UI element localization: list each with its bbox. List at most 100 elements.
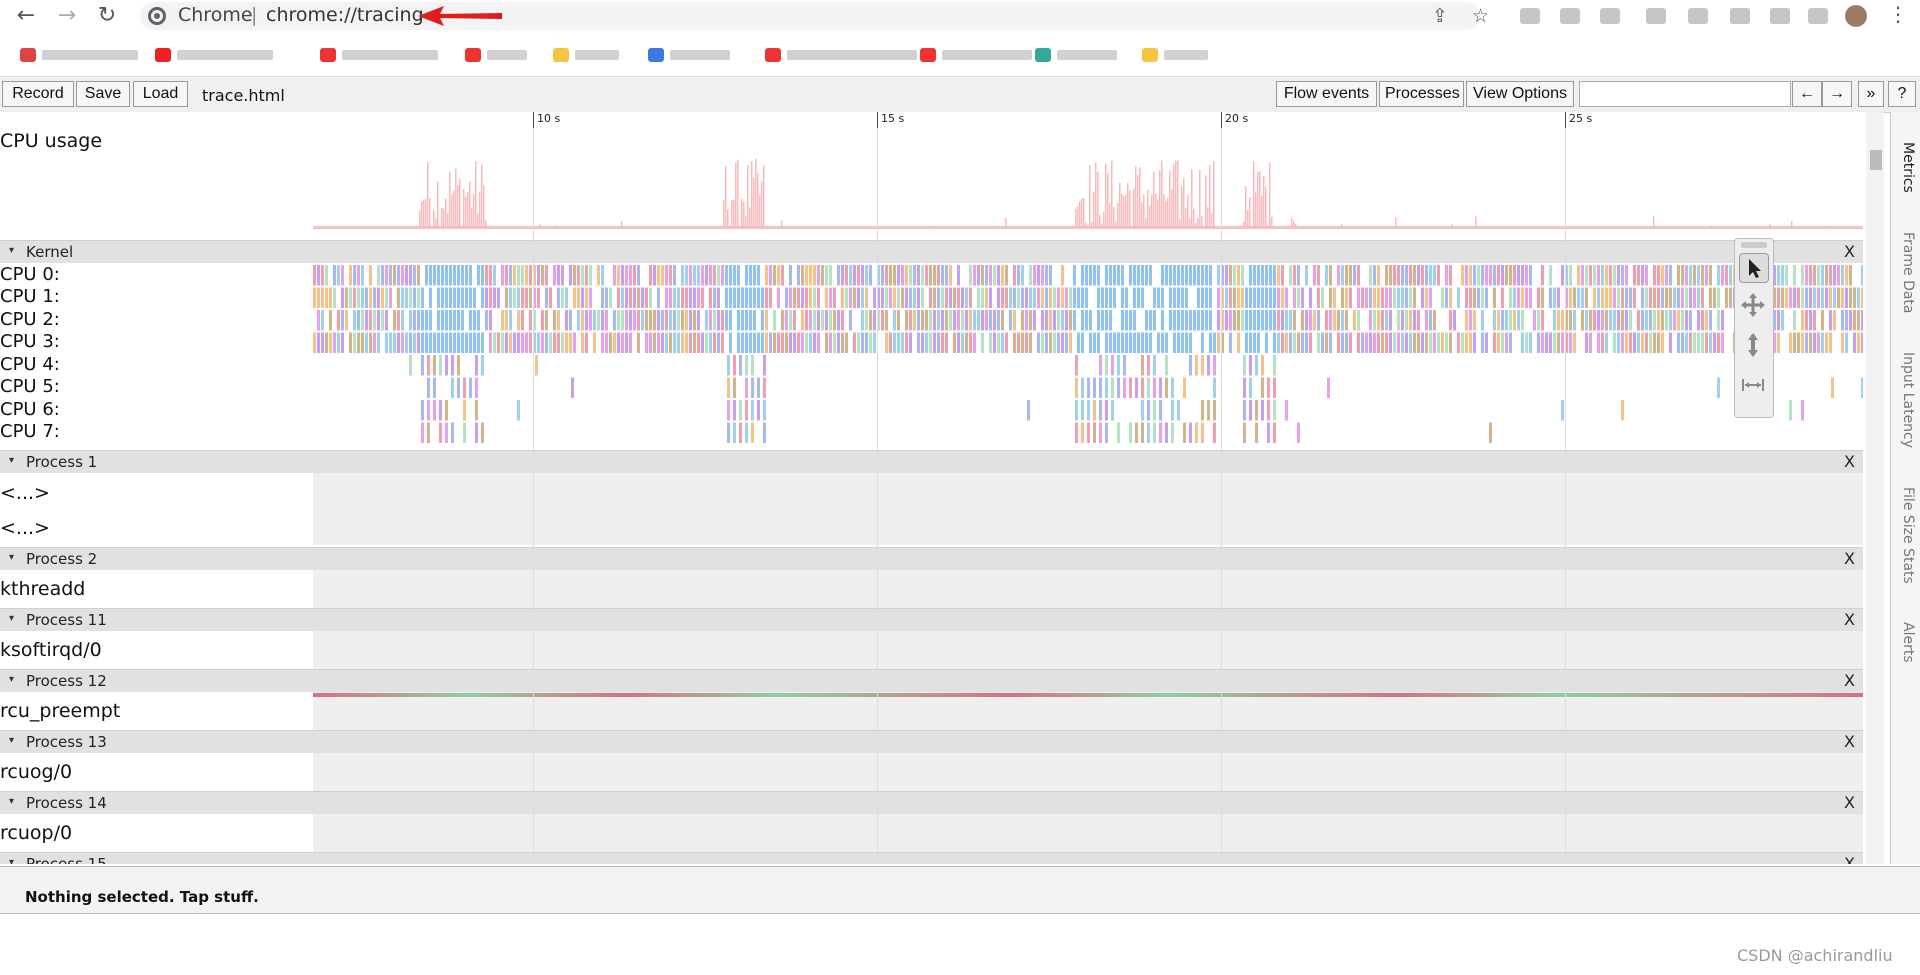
cpu-slice[interactable] [1801, 265, 1804, 286]
cpu-slice[interactable] [793, 287, 796, 309]
cpu-slice[interactable] [649, 332, 652, 354]
cpu-slice[interactable] [1569, 332, 1572, 354]
cpu-slice[interactable] [1469, 265, 1472, 286]
cpu-slice[interactable] [1697, 287, 1700, 309]
cpu-slice[interactable] [1065, 310, 1068, 331]
cpu-slice[interactable] [1013, 332, 1016, 354]
cpu-slice[interactable] [1517, 287, 1520, 309]
cpu-slice[interactable] [893, 287, 896, 309]
thread-track[interactable] [313, 631, 1863, 669]
cpu-slice[interactable] [1297, 332, 1300, 354]
cpu-slice[interactable] [505, 265, 508, 286]
cpu-slice[interactable] [1053, 287, 1056, 309]
search-input[interactable] [1579, 81, 1791, 107]
cpu-slice[interactable] [1145, 265, 1148, 286]
cpu-slice[interactable] [1833, 310, 1836, 331]
cpu-slice[interactable] [1861, 377, 1863, 399]
cpu-slice[interactable] [1813, 310, 1816, 331]
cpu-slice[interactable] [445, 355, 448, 376]
cpu-slice[interactable] [1237, 332, 1240, 354]
cpu-slice[interactable] [369, 287, 372, 309]
cpu-slice[interactable] [1837, 287, 1840, 309]
cpu-slice[interactable] [1497, 310, 1500, 331]
cpu-slice[interactable] [393, 265, 396, 286]
cpu-slice[interactable] [1185, 332, 1188, 354]
cpu-slice[interactable] [413, 332, 416, 354]
cpu-slice[interactable] [425, 332, 428, 354]
cpu-slice[interactable] [1789, 332, 1792, 354]
cpu-slice[interactable] [913, 287, 916, 309]
cpu-slice[interactable] [1681, 287, 1684, 309]
load-button[interactable]: Load [133, 81, 188, 107]
cpu-slice[interactable] [1433, 310, 1436, 331]
cpu-slice[interactable] [1849, 287, 1852, 309]
cpu-slice[interactable] [1825, 332, 1828, 354]
cpu-slice[interactable] [1809, 310, 1812, 331]
cpu-slice[interactable] [377, 287, 380, 309]
cpu-slice[interactable] [949, 287, 952, 309]
cpu-slice[interactable] [1509, 332, 1512, 354]
cpu-slice[interactable] [1213, 377, 1216, 399]
cpu-slice[interactable] [1099, 377, 1102, 399]
cpu-slice[interactable] [945, 265, 948, 286]
cpu-slice[interactable] [517, 400, 520, 421]
cpu-slice[interactable] [1029, 265, 1032, 286]
cpu-slice[interactable] [693, 265, 696, 286]
cpu-slice[interactable] [857, 287, 860, 309]
cpu-slice[interactable] [1161, 332, 1164, 354]
cpu-slice[interactable] [709, 310, 712, 331]
cpu-slice[interactable] [1081, 377, 1084, 399]
cpu-slice[interactable] [685, 287, 688, 309]
cpu-slice[interactable] [453, 265, 456, 286]
cpu-slice[interactable] [837, 332, 840, 354]
cpu-slice[interactable] [1037, 287, 1040, 309]
cpu-slice[interactable] [757, 400, 760, 421]
cpu-slice[interactable] [727, 400, 730, 421]
bookmark-folder[interactable] [1142, 46, 1282, 64]
cpu-slice[interactable] [801, 265, 804, 286]
cpu-slice[interactable] [473, 287, 476, 309]
cpu-slice[interactable] [727, 377, 730, 399]
cpu-slice[interactable] [1105, 400, 1108, 421]
cpu-slice[interactable] [1285, 310, 1288, 331]
cpu-slice[interactable] [501, 265, 504, 286]
cpu-slice[interactable] [857, 332, 860, 354]
cpu-slice[interactable] [1147, 422, 1150, 444]
cpu-slice[interactable] [1093, 422, 1096, 444]
cpu-slice[interactable] [457, 355, 460, 376]
cpu-slice[interactable] [1709, 265, 1712, 286]
cpu-slice[interactable] [1489, 265, 1492, 286]
processes-button[interactable]: Processes [1379, 81, 1464, 107]
cpu-slice[interactable] [581, 287, 584, 309]
cpu-slice[interactable] [653, 310, 656, 331]
cpu-slice[interactable] [1253, 287, 1256, 309]
menu-icon[interactable]: ⋮ [1888, 2, 1908, 26]
cpu-slice[interactable] [1207, 400, 1210, 421]
cpu-slice[interactable] [1805, 332, 1808, 354]
cpu-slice[interactable] [1017, 265, 1020, 286]
cpu-slice[interactable] [1201, 422, 1204, 444]
cpu-slice[interactable] [1113, 287, 1116, 309]
cpu-slice[interactable] [421, 422, 424, 444]
cpu-slice[interactable] [1401, 332, 1404, 354]
cpu-slice[interactable] [865, 265, 868, 286]
cpu-slice[interactable] [1241, 287, 1244, 309]
cpu-slice[interactable] [697, 287, 700, 309]
cpu-slice[interactable] [453, 287, 456, 309]
cpu-slice[interactable] [613, 310, 616, 331]
close-track-button[interactable]: X [1844, 793, 1855, 812]
cpu-slice[interactable] [1601, 310, 1604, 331]
cpu-slice[interactable] [1273, 400, 1276, 421]
cpu-slice[interactable] [1201, 400, 1204, 421]
process-header[interactable]: ▾ Process 12 X [0, 669, 1863, 692]
cpu-slice[interactable] [445, 400, 448, 421]
cpu-slice[interactable] [941, 310, 944, 331]
cpu-slice[interactable] [1105, 422, 1108, 444]
cpu-slice[interactable] [1365, 332, 1368, 354]
cpu-slice[interactable] [925, 265, 928, 286]
cpu-slice[interactable] [753, 265, 756, 286]
cpu-slice[interactable] [1153, 355, 1156, 376]
cpu-slice[interactable] [701, 332, 704, 354]
cpu-slice[interactable] [1481, 310, 1484, 331]
cpu-slice[interactable] [1337, 310, 1340, 331]
